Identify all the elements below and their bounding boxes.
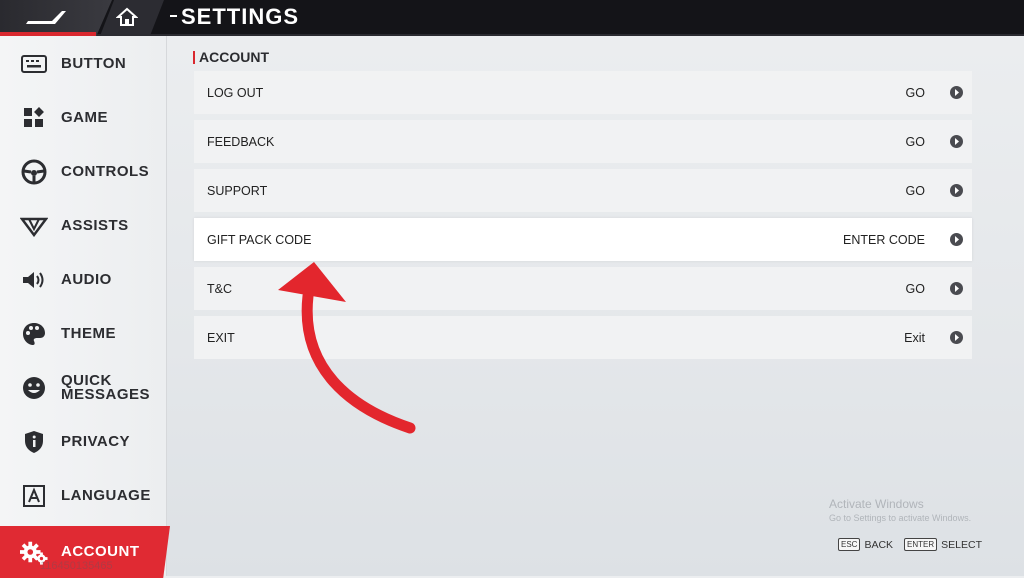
chevron-right-icon[interactable]: [950, 331, 963, 344]
row-label: LOG OUT: [207, 85, 264, 100]
esc-key-icon[interactable]: ESC: [838, 538, 861, 551]
sidebar-item-button[interactable]: BUTTON: [0, 38, 166, 90]
assists-icon: [20, 212, 48, 240]
chevron-right-icon[interactable]: [950, 233, 963, 246]
setting-row-log-out[interactable]: LOG OUT GO: [194, 71, 972, 114]
sidebar-item-label: THEME: [61, 325, 116, 342]
row-label: SUPPORT: [207, 183, 268, 198]
sidebar-item-label: GAME: [61, 109, 108, 126]
chevron-right-icon[interactable]: [950, 135, 963, 148]
game-logo-icon: [26, 11, 66, 24]
sidebar-item-label: ASSISTS: [61, 217, 129, 234]
row-action[interactable]: ENTER CODE: [843, 233, 925, 247]
smiley-icon: [20, 374, 48, 402]
activate-windows-watermark: Activate Windows Go to Settings to activ…: [829, 497, 971, 523]
section-title: ACCOUNT: [193, 49, 269, 65]
top-bar: SETTINGS: [0, 0, 1024, 36]
row-action[interactable]: Exit: [904, 331, 925, 345]
speaker-icon: [20, 266, 48, 294]
activate-windows-line2: Go to Settings to activate Windows.: [829, 513, 972, 523]
row-label: T&C: [207, 281, 232, 296]
enter-key-icon[interactable]: ENTER: [904, 538, 938, 551]
sidebar-item-quick-messages[interactable]: QUICK MESSAGES: [0, 362, 166, 414]
sidebar-item-label: LANGUAGE: [61, 487, 151, 504]
sidebar-item-label: ACCOUNT: [61, 543, 140, 560]
section-title-accent: [193, 50, 195, 64]
chevron-right-icon[interactable]: [950, 86, 963, 99]
sidebar-item-theme[interactable]: THEME: [0, 308, 166, 360]
home-icon[interactable]: [116, 6, 138, 28]
sidebar-item-assists[interactable]: ASSISTS: [0, 200, 166, 252]
sidebar-item-privacy[interactable]: PRIVACY: [0, 416, 166, 468]
page-title-text: SETTINGS: [181, 4, 300, 29]
sidebar-item-game[interactable]: GAME: [0, 92, 166, 144]
row-label: FEEDBACK: [207, 134, 275, 149]
palette-icon: [20, 320, 48, 348]
chevron-right-icon[interactable]: [950, 282, 963, 295]
game-grid-icon: [20, 104, 48, 132]
sidebar-item-label: QUICK MESSAGES: [61, 373, 151, 403]
activate-windows-line1: Activate Windows: [829, 497, 924, 511]
sidebar: BUTTON GAME CONTROLS ASSISTS AUDIO THEME: [0, 36, 170, 578]
setting-row-support[interactable]: SUPPORT GO: [194, 169, 972, 212]
sidebar-item-controls[interactable]: CONTROLS: [0, 146, 166, 198]
sidebar-item-label: AUDIO: [61, 271, 112, 288]
back-hint[interactable]: BACK: [864, 539, 893, 551]
row-action[interactable]: GO: [906, 184, 925, 198]
sidebar-item-audio[interactable]: AUDIO: [0, 254, 166, 306]
page-title: SETTINGS: [170, 4, 299, 30]
sidebar-item-label: BUTTON: [61, 55, 127, 72]
section-title-text: ACCOUNT: [199, 49, 269, 65]
chevron-right-icon[interactable]: [950, 184, 963, 197]
sidebar-item-language[interactable]: LANGUAGE: [0, 470, 166, 522]
setting-row-gift-pack-code[interactable]: GIFT PACK CODE ENTER CODE: [194, 218, 972, 261]
key-hints: ESC BACK ENTER SELECT: [838, 538, 989, 551]
user-id-watermark: 116450135465: [40, 560, 113, 572]
red-arrow-annotation: [278, 262, 416, 434]
steering-wheel-icon: [20, 158, 48, 186]
row-label: GIFT PACK CODE: [207, 232, 312, 247]
row-action[interactable]: GO: [906, 282, 925, 296]
row-label: EXIT: [207, 330, 235, 345]
sidebar-item-label: PRIVACY: [61, 433, 131, 450]
row-action[interactable]: GO: [906, 86, 925, 100]
shield-icon: [20, 428, 48, 456]
row-action[interactable]: GO: [906, 135, 925, 149]
language-icon: [20, 482, 48, 510]
setting-row-feedback[interactable]: FEEDBACK GO: [194, 120, 972, 163]
keyboard-icon: [20, 50, 48, 78]
sidebar-item-label: CONTROLS: [61, 163, 150, 180]
sidebar-item-label-line2: MESSAGES: [61, 386, 151, 403]
select-hint[interactable]: SELECT: [941, 539, 982, 551]
